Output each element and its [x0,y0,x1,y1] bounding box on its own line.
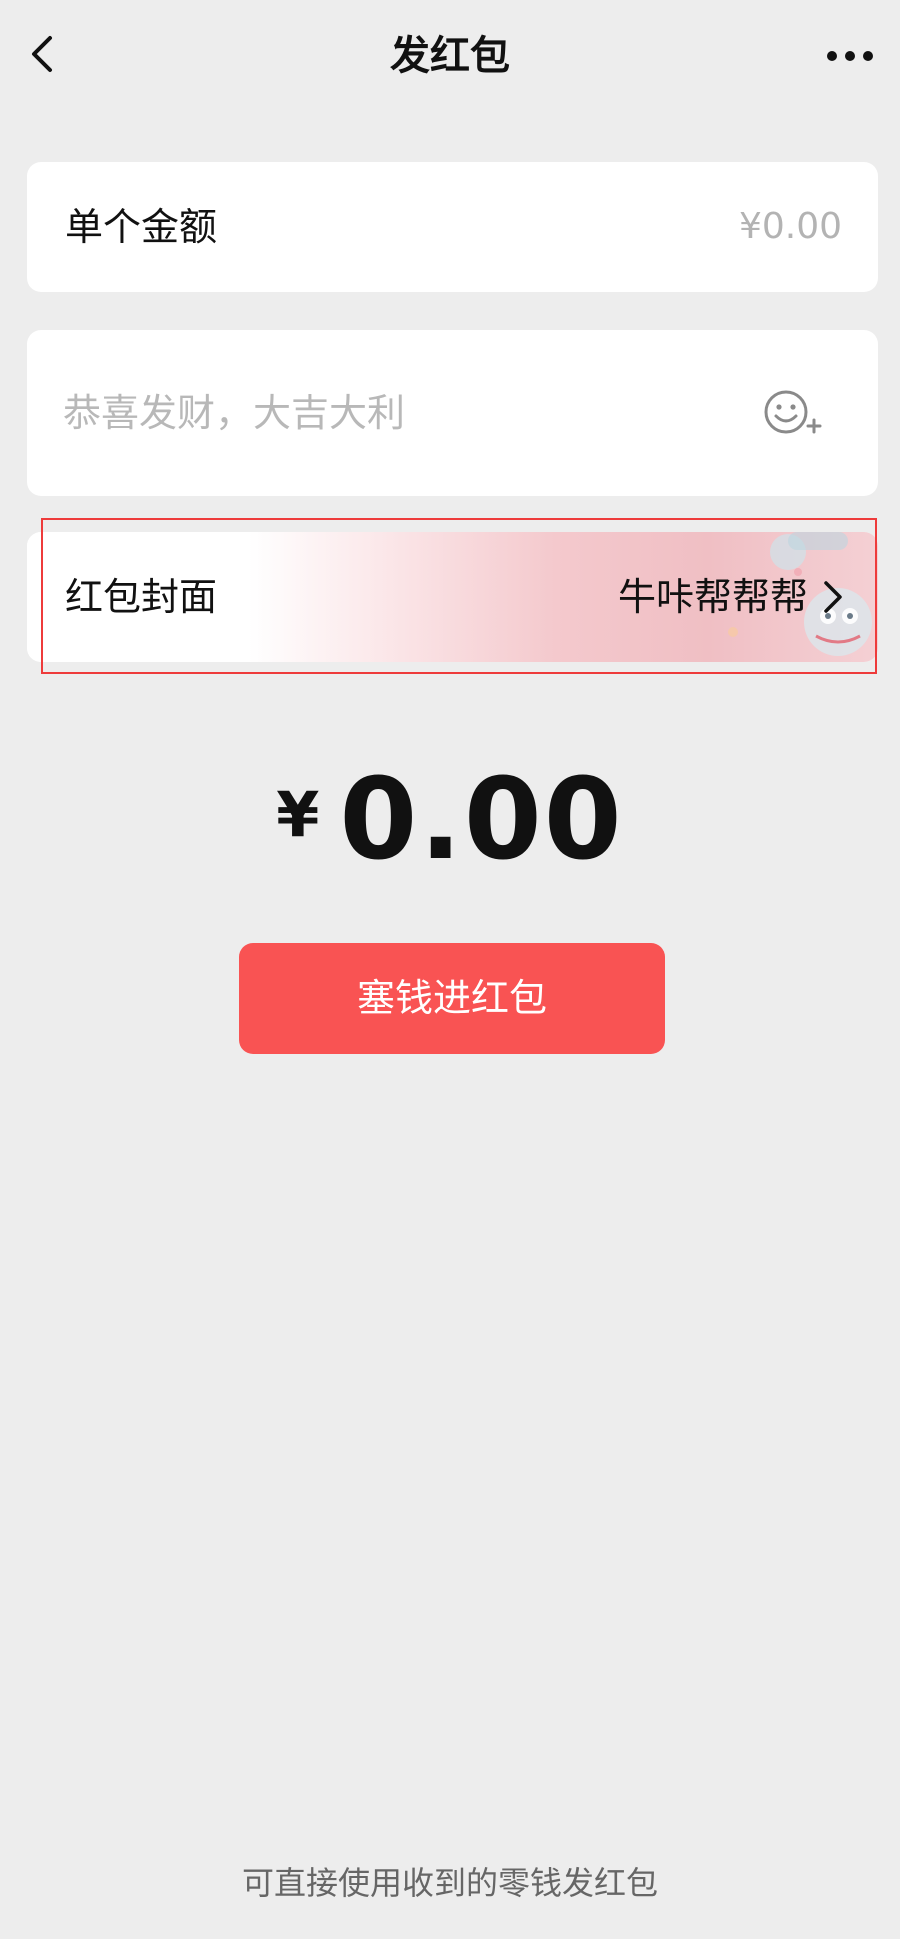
cover-row[interactable]: 红包封面 牛咔帮帮帮 [27,532,878,662]
total-value: 0.00 [339,755,624,885]
more-dots-icon [822,51,878,80]
footer-note: 可直接使用收到的零钱发红包 [241,1864,658,1902]
amount-row[interactable]: 单个金额 ¥0.00 [27,162,878,292]
cover-value: 牛咔帮帮帮 [617,575,808,619]
page-title: 发红包 [390,33,510,79]
emoji-add-icon [762,390,824,444]
more-button[interactable] [822,36,878,76]
message-input[interactable] [63,380,713,446]
emoji-button[interactable] [762,386,824,440]
message-row [27,330,878,496]
nav-bar: 发红包 [0,0,900,112]
amount-input[interactable]: ¥0.00 [739,162,842,292]
total-amount: ¥0.00 [0,760,900,880]
chevron-right-icon [814,577,850,617]
amount-label: 单个金额 [65,205,218,249]
cover-label: 红包封面 [65,575,218,619]
currency-symbol: ¥ [276,778,320,851]
submit-button[interactable]: 塞钱进红包 [239,943,665,1054]
